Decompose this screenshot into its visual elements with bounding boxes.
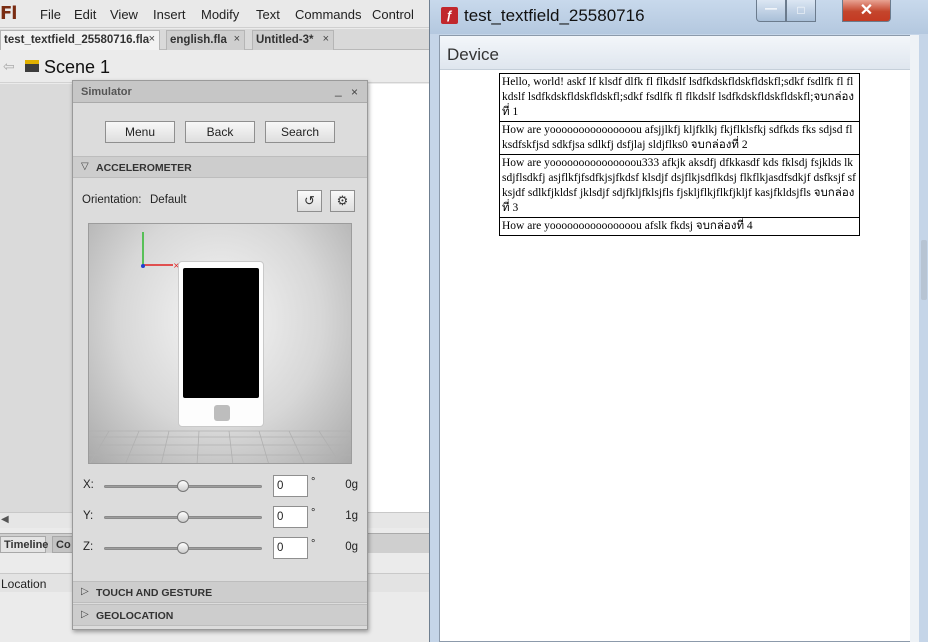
scene-bar: ⇦ Scene 1 — [0, 51, 432, 83]
y-axis-row: Y: 0 ° 1g — [73, 506, 367, 530]
z-axis-point — [141, 264, 145, 268]
tab-label: Untitled-3* — [256, 34, 314, 46]
floor-grid — [89, 430, 351, 463]
textfield-3[interactable]: How are yooooooooooooooou333 afkjk aksdf… — [499, 154, 860, 218]
z-g-value: 0g — [345, 541, 358, 553]
flash-player-icon: ƒ — [441, 7, 458, 24]
minimize-icon: — — [765, 1, 777, 15]
tab-timeline[interactable]: Timeline — [0, 536, 48, 553]
z-axis-label: Z: — [83, 541, 94, 553]
menu-modify[interactable]: Modify — [201, 7, 239, 22]
z-slider-handle[interactable] — [177, 542, 189, 554]
device-header: Device — [440, 36, 918, 70]
x-axis-label: X: — [83, 479, 94, 491]
accelerometer-section-header[interactable]: ▽ ACCELEROMETER — [73, 156, 367, 178]
document-tab-bar: test_textfield_25580716.fla × english.fl… — [0, 29, 432, 50]
textfield-2[interactable]: How are yooooooooooooooou afsjjlkfj kljf… — [499, 121, 860, 155]
tab-test-textfield[interactable]: test_textfield_25580716.fla × — [0, 30, 160, 50]
window-titlebar[interactable]: ƒ test_textfield_25580716 — □ ✕ — [430, 0, 928, 34]
x-g-value: 0g — [345, 479, 358, 491]
tab-label: test_textfield_25580716.fla — [4, 34, 150, 46]
device-preview-window: ƒ test_textfield_25580716 — □ ✕ Device H… — [429, 0, 928, 642]
x-slider-handle[interactable] — [177, 480, 189, 492]
x-degrees-input[interactable]: 0 — [273, 475, 308, 497]
device-content: Device Hello, world! askf lf klsdf dlfk … — [439, 35, 919, 642]
device-label: Device — [447, 45, 499, 64]
close-button[interactable]: ✕ — [842, 0, 891, 22]
close-icon: ✕ — [859, 2, 874, 19]
tab-compiler-errors[interactable]: Co — [52, 536, 74, 553]
y-degrees-input[interactable]: 0 — [273, 506, 308, 528]
section-label: TOUCH AND GESTURE — [96, 587, 213, 599]
x-axis-row: X: 0 ° 0g — [73, 475, 367, 499]
chevron-right-icon: ▷ — [81, 609, 89, 620]
tab-untitled-3[interactable]: Untitled-3* × — [252, 30, 334, 50]
menu-text[interactable]: Text — [256, 7, 280, 22]
close-icon[interactable]: × — [234, 33, 240, 45]
menu-insert[interactable]: Insert — [153, 7, 186, 22]
orientation-value: Default — [150, 194, 187, 206]
scene-label: Scene 1 — [44, 57, 111, 77]
scroll-left-icon[interactable]: ◀ — [1, 514, 9, 525]
vertical-scrollbar[interactable] — [910, 35, 919, 642]
section-label: ACCELEROMETER — [96, 162, 192, 174]
geolocation-section-header[interactable]: ▷ GEOLOCATION — [73, 604, 367, 626]
z-axis-row: Z: 0 ° 0g — [73, 537, 367, 561]
chevron-right-icon: ▷ — [81, 586, 89, 597]
tab-label: english.fla — [170, 34, 227, 46]
maximize-icon: □ — [797, 3, 805, 17]
menu-commands[interactable]: Commands — [295, 7, 361, 22]
menu-edit[interactable]: Edit — [74, 7, 96, 22]
textfield-list: Hello, world! askf lf klsdf dlfk fl flkd… — [499, 73, 860, 236]
menu-file[interactable]: File — [40, 7, 61, 22]
menu-button[interactable]: Menu — [105, 121, 175, 143]
tab-english[interactable]: english.fla × — [166, 30, 245, 50]
textfield-1[interactable]: Hello, world! askf lf klsdf dlfk fl flkd… — [499, 73, 860, 122]
window-title: test_textfield_25580716 — [464, 6, 645, 25]
close-icon[interactable]: × — [149, 33, 155, 45]
degree-unit: ° — [311, 507, 316, 519]
settings-button[interactable]: ⚙ — [330, 190, 355, 212]
textfield-4[interactable]: How are yooooooooooooooou afslk fkdsj จบ… — [499, 217, 860, 236]
menu-bar: Fl File Edit View Insert Modify Text Com… — [0, 0, 432, 28]
degree-unit: ° — [311, 476, 316, 488]
reset-rotation-button[interactable]: ↺ — [297, 190, 322, 212]
gear-icon: ⚙ — [336, 193, 349, 208]
flash-ide-window: Fl File Edit View Insert Modify Text Com… — [0, 0, 432, 642]
minimize-button[interactable]: — — [756, 0, 786, 22]
scrollbar-thumb[interactable] — [921, 240, 927, 300]
flash-logo: Fl — [0, 3, 17, 24]
chevron-down-icon: ▽ — [81, 161, 89, 172]
menu-view[interactable]: View — [110, 7, 138, 22]
degree-unit: ° — [311, 538, 316, 550]
device-3d-viewport[interactable]: × — [88, 223, 352, 464]
menu-control[interactable]: Control — [372, 7, 414, 22]
simulator-title: Simulator — [81, 86, 132, 98]
phone-model — [178, 261, 264, 427]
close-icon[interactable]: × — [323, 33, 329, 45]
maximize-button[interactable]: □ — [786, 0, 816, 22]
back-button[interactable]: Back — [185, 121, 255, 143]
back-arrow-icon[interactable]: ⇦ — [3, 58, 15, 75]
orientation-label: Orientation: — [82, 194, 142, 206]
simulator-panel: Simulator _ × Menu Back Search ▽ ACCELER… — [72, 80, 368, 630]
location-label: Location — [1, 577, 47, 591]
touch-gesture-section-header[interactable]: ▷ TOUCH AND GESTURE — [73, 581, 367, 603]
close-icon[interactable]: × — [351, 85, 358, 99]
minimize-icon[interactable]: _ — [335, 83, 342, 97]
scene-clapper-icon — [25, 60, 39, 72]
simulator-titlebar[interactable]: Simulator _ × — [73, 81, 367, 103]
phone-home-button — [214, 405, 230, 421]
section-label: GEOLOCATION — [96, 610, 174, 622]
rotate-icon: ↺ — [304, 193, 315, 208]
search-button[interactable]: Search — [265, 121, 335, 143]
z-degrees-input[interactable]: 0 — [273, 537, 308, 559]
y-g-value: 1g — [345, 510, 358, 522]
y-axis-label: Y: — [83, 510, 94, 522]
y-slider-handle[interactable] — [177, 511, 189, 523]
phone-screen — [183, 268, 259, 398]
